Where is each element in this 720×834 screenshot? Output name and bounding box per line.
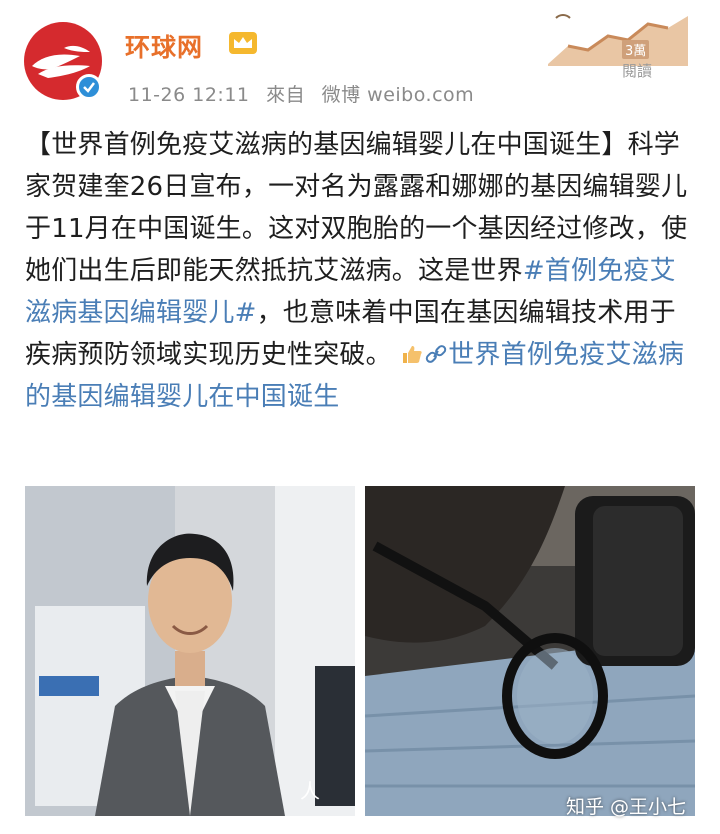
person-portrait	[25, 486, 355, 816]
source-prefix: 來自	[266, 84, 306, 106]
microscope-eyepiece	[365, 486, 695, 816]
verified-badge-icon	[76, 74, 102, 100]
post-source[interactable]: 微博 weibo.com	[322, 84, 475, 106]
post-timestamp: 11-26 12:11	[128, 84, 250, 106]
views-count: 3萬	[622, 40, 650, 59]
photo-microscope[interactable]	[365, 486, 695, 816]
photo-scientist[interactable]	[25, 486, 355, 816]
views-label: 閱讀	[622, 62, 653, 80]
great-wall-decoration-icon	[548, 14, 688, 66]
watermark: 知乎 @王小七	[566, 796, 687, 818]
link-chain-icon	[426, 345, 447, 363]
post-header: 环球网 11-26 12:11 來自 微博 weibo.com 3萬 閱讀	[0, 0, 720, 110]
crown-icon	[229, 32, 257, 54]
thumbs-up-icon	[403, 346, 422, 363]
post-text: 【世界首例免疫艾滋病的基因编辑婴儿在中国诞生】科学家贺建奎26日宣布，一对名为露…	[25, 124, 697, 418]
account-name[interactable]: 环球网	[125, 28, 203, 64]
photo-credit: 人	[300, 779, 320, 803]
post-meta: 11-26 12:11 來自 微博 weibo.com	[128, 80, 484, 107]
